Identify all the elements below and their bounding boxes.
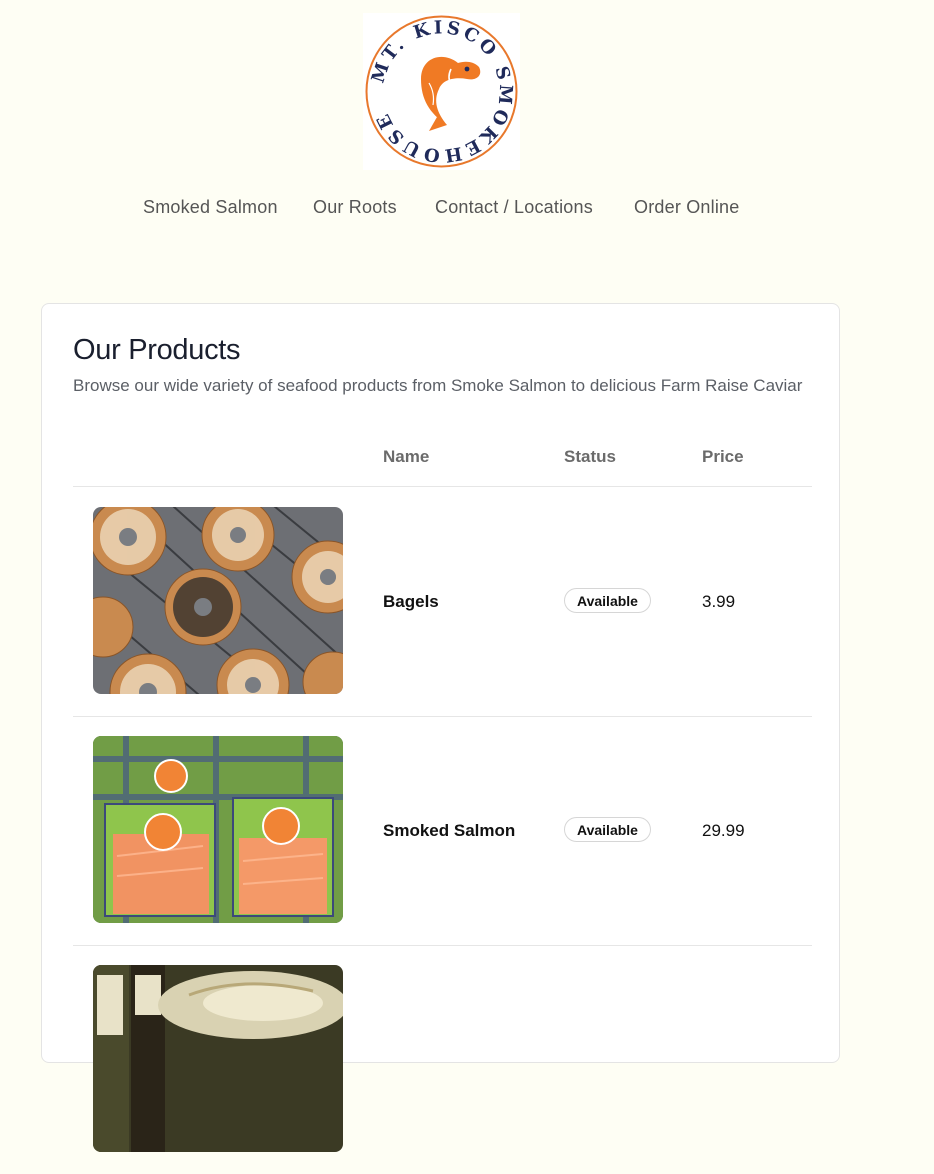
nav-link-contact-locations[interactable]: Contact / Locations <box>435 197 593 218</box>
product-name: Bagels <box>383 592 439 611</box>
olive-oil-vinegar-image[interactable] <box>93 965 343 1152</box>
products-title: Our Products <box>73 334 241 366</box>
table-row[interactable]: Smoked Salmon Available 29.99 <box>73 716 812 946</box>
smokehouse-logo-icon: MT. KISCO SMOKEHOUSE <box>365 15 518 168</box>
products-table-header: Name Status Price <box>73 434 812 487</box>
smoked-salmon-photo <box>93 736 343 923</box>
product-price: 3.99 <box>702 592 736 611</box>
nav-link-order-online[interactable]: Order Online <box>634 197 739 218</box>
column-header-status: Status <box>564 447 616 466</box>
status-badge: Available <box>564 588 651 613</box>
site-logo[interactable]: MT. KISCO SMOKEHOUSE <box>363 13 520 170</box>
olive-oil-vinegar-photo <box>93 965 343 1152</box>
column-header-name: Name <box>383 447 430 466</box>
product-name: Smoked Salmon <box>383 821 516 840</box>
main-nav: Smoked Salmon Our Roots Contact / Locati… <box>0 197 934 223</box>
bagels-photo <box>93 507 343 694</box>
table-row[interactable] <box>73 945 812 1174</box>
products-subtitle: Browse our wide variety of seafood produ… <box>73 376 803 395</box>
smoked-salmon-image[interactable] <box>93 736 343 923</box>
nav-link-our-roots[interactable]: Our Roots <box>313 197 397 218</box>
status-badge: Available <box>564 817 651 842</box>
bagels-image[interactable] <box>93 507 343 694</box>
table-row[interactable]: Bagels Available 3.99 <box>73 487 812 717</box>
product-price: 29.99 <box>702 821 745 840</box>
products-card: Our Products Browse our wide variety of … <box>41 303 840 1152</box>
nav-link-smoked-salmon[interactable]: Smoked Salmon <box>143 197 278 218</box>
column-header-price: Price <box>702 447 744 466</box>
